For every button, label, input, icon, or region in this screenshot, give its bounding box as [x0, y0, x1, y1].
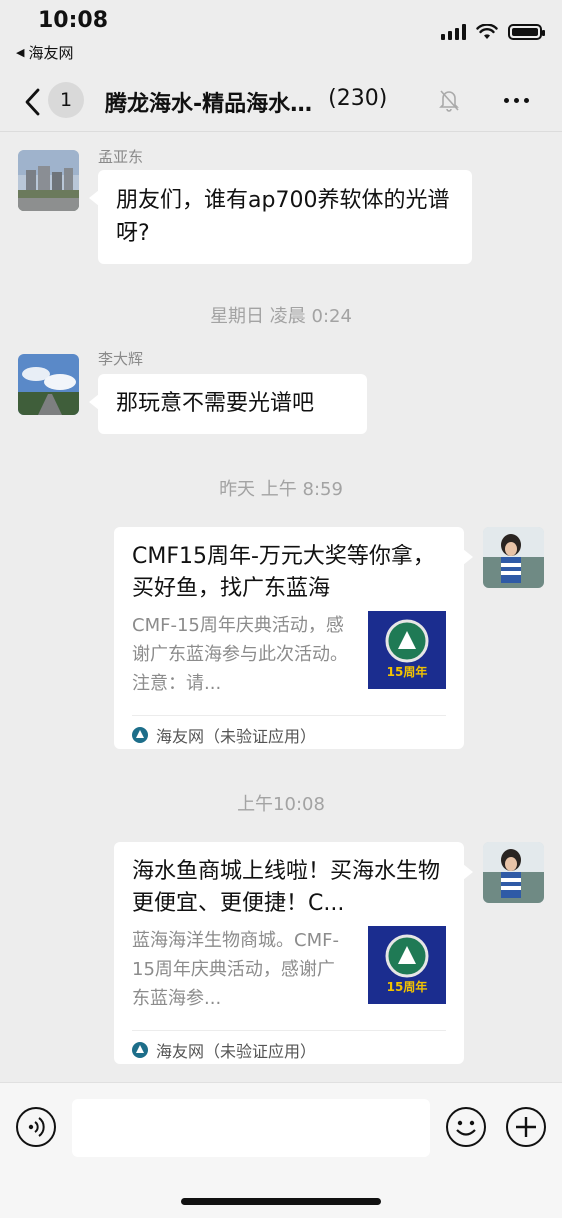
back-triangle-icon: ◀	[16, 46, 25, 59]
battery-icon	[508, 24, 545, 40]
bell-muted-icon	[439, 90, 459, 112]
divider	[132, 715, 446, 716]
card-thumbnail: 15周年	[368, 926, 446, 1004]
card-description: CMF-15周年庆典活动，感谢广东蓝海参与此次活动。注意：请...	[132, 615, 348, 694]
source-label: 海友网（未验证应用）	[156, 727, 317, 746]
thumb-label: 15周年	[387, 664, 428, 679]
timestamp-separator: 星期日 凌晨 0:24	[210, 306, 352, 327]
status-icons	[441, 24, 545, 40]
my-avatar[interactable]	[483, 527, 544, 588]
card-source: 海友网（未验证应用）	[132, 1038, 316, 1062]
divider	[132, 1030, 446, 1031]
status-bar: 10:08 ◀ 海友网	[0, 0, 562, 72]
chat-title: 腾龙海水-精品海水… (230)	[105, 86, 435, 118]
card-thumbnail: 15周年	[368, 611, 446, 689]
sender-name: 孟亚东	[98, 148, 144, 166]
app-logo-icon	[132, 1042, 148, 1058]
timestamp-separator: 昨天 上午 8:59	[219, 479, 343, 500]
member-count: (230)	[328, 86, 388, 111]
avatar[interactable]	[18, 150, 79, 211]
wifi-icon	[476, 24, 498, 39]
avatar[interactable]	[18, 354, 79, 415]
unread-count-badge[interactable]: 1	[48, 82, 84, 118]
more-dots-icon[interactable]	[504, 86, 536, 114]
home-indicator[interactable]	[181, 1198, 381, 1205]
message-bubble[interactable]: 那玩意不需要光谱吧	[89, 374, 367, 434]
source-label: 海友网（未验证应用）	[156, 1042, 317, 1061]
status-time: 10:08	[38, 8, 109, 33]
message-bubble[interactable]: 朋友们，谁有ap700养软体的光谱呀?	[89, 170, 472, 264]
chat-header: 1 腾龙海水-精品海水… (230)	[0, 72, 562, 132]
card-title: 海水鱼商城上线啦！买海水生物更便宜、更便捷！C...	[132, 859, 441, 916]
sender-name: 李大辉	[98, 350, 144, 368]
link-card[interactable]: CMF15周年-万元大奖等你拿，买好鱼，找广东蓝海 CMF-15周年庆典活动，感…	[114, 527, 473, 749]
voice-icon[interactable]	[16, 1107, 56, 1147]
card-description: 蓝海海洋生物商城。CMF-15周年庆典活动，感谢广东蓝海参...	[132, 930, 339, 1009]
plus-icon[interactable]	[506, 1107, 546, 1147]
signal-icon	[441, 24, 466, 40]
group-name: 腾龙海水-精品海水…	[105, 92, 313, 117]
card-title: CMF15周年-万元大奖等你拿，买好鱼，找广东蓝海	[132, 544, 435, 601]
chevron-left-icon[interactable]	[20, 82, 50, 122]
message-input[interactable]	[72, 1099, 430, 1157]
back-app-label: 海友网	[28, 44, 74, 62]
timestamp-separator: 上午10:08	[237, 794, 325, 815]
back-to-app-link[interactable]: ◀ 海友网	[16, 42, 73, 63]
link-card[interactable]: 海水鱼商城上线啦！买海水生物更便宜、更便捷！C... 蓝海海洋生物商城。CMF-…	[114, 842, 473, 1064]
thumb-label: 15周年	[387, 979, 428, 994]
card-source: 海友网（未验证应用）	[132, 723, 316, 747]
app-logo-icon	[132, 727, 148, 743]
emoji-icon[interactable]	[446, 1107, 486, 1147]
my-avatar[interactable]	[483, 842, 544, 903]
